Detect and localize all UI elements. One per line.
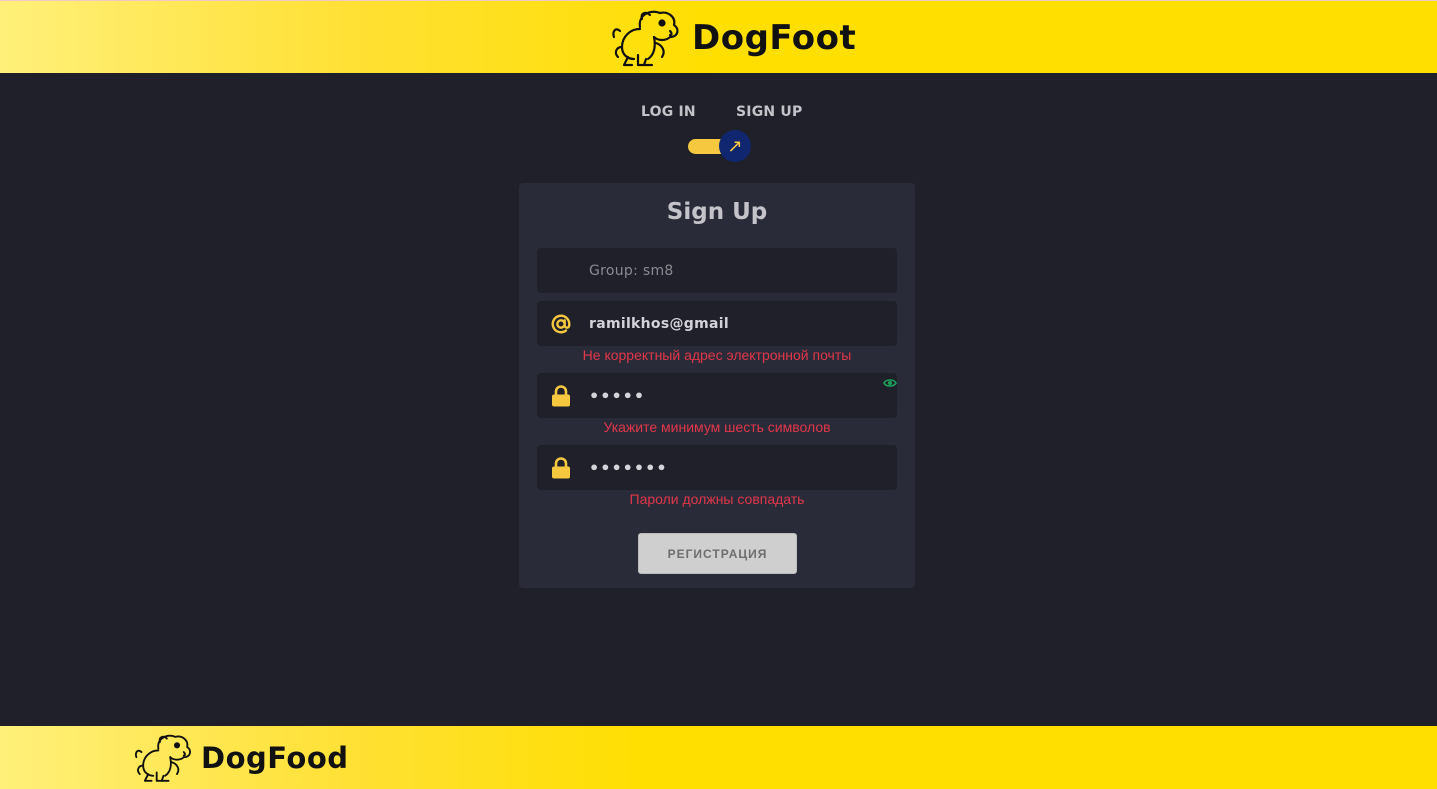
toggle-knob[interactable]: ↗ <box>719 130 751 162</box>
tab-log-in[interactable]: LOG IN <box>641 104 696 120</box>
header-logo-text: DogFoot <box>692 18 857 58</box>
eye-icon[interactable] <box>883 374 897 387</box>
footer-logo[interactable]: DogFood <box>133 728 349 788</box>
email-field-value: ramilkhos@gmail <box>589 315 729 332</box>
email-error: Не корректный адрес электронной почты <box>582 347 852 363</box>
group-field-placeholder: Group: sm8 <box>589 262 674 279</box>
email-field[interactable]: ramilkhos@gmail <box>537 301 897 346</box>
header-logo[interactable]: DogFoot <box>610 6 856 70</box>
site-footer: DogFood <box>0 726 1437 789</box>
dog-logo-icon <box>612 10 679 67</box>
signup-title: Sign Up <box>666 199 768 225</box>
auth-mode-switch: LOG IN SIGN UP <box>0 104 1437 124</box>
confirm-password-field[interactable]: ••••••• <box>537 445 897 490</box>
arrow-up-right-icon: ↗ <box>727 135 743 157</box>
group-field[interactable]: Group: sm8 <box>537 248 897 293</box>
confirm-password-field-value: ••••••• <box>589 458 668 477</box>
password-field[interactable]: ••••• <box>537 373 897 418</box>
at-icon <box>549 312 573 336</box>
tab-sign-up[interactable]: SIGN UP <box>736 104 802 120</box>
lock-icon <box>549 384 573 408</box>
password-error: Укажите минимум шесть символов <box>603 419 831 435</box>
footer-logo-text: DogFood <box>201 741 349 775</box>
site-header: DogFoot <box>0 0 1437 73</box>
register-button[interactable]: РЕГИСТРАЦИЯ <box>638 533 797 574</box>
lock-icon <box>549 456 573 480</box>
password-field-value: ••••• <box>589 386 646 405</box>
signup-card: Sign Up Group: sm8 ramilkhos@gmail Не ко… <box>519 183 915 588</box>
confirm-password-error: Пароли должны совпадать <box>629 491 805 507</box>
dog-logo-icon <box>135 734 192 782</box>
